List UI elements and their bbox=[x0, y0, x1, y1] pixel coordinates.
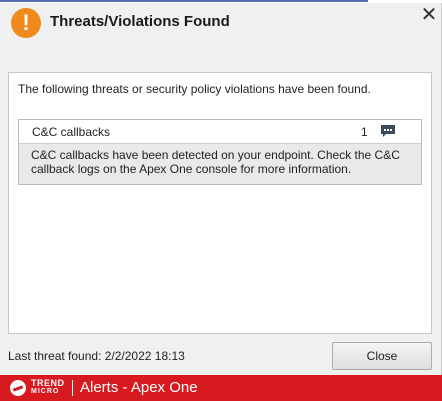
brand-word-trend: TREND bbox=[31, 378, 65, 388]
top-accent-line bbox=[0, 0, 368, 2]
content-panel: The following threats or security policy… bbox=[8, 72, 432, 334]
intro-text: The following threats or security policy… bbox=[18, 82, 371, 96]
threat-name: C&C callbacks bbox=[32, 125, 111, 139]
brand-word-micro: MICRO bbox=[31, 388, 60, 395]
warning-icon: ! bbox=[11, 8, 41, 38]
brand-bar: TREND MICRO Alerts - Apex One bbox=[0, 375, 442, 401]
alert-window: ! Threats/Violations Found ✕ The followi… bbox=[0, 3, 442, 375]
window-title: Threats/Violations Found bbox=[50, 13, 230, 30]
trend-micro-logo-icon bbox=[10, 380, 26, 396]
comment-icon[interactable] bbox=[380, 124, 396, 138]
threat-header[interactable]: C&C callbacks 1 bbox=[19, 120, 421, 144]
brand-title: Alerts - Apex One bbox=[80, 379, 198, 396]
brand-separator bbox=[72, 380, 73, 396]
title-bar: ! Threats/Violations Found ✕ bbox=[0, 3, 442, 43]
threat-item: C&C callbacks 1 C&C callbacks have been … bbox=[18, 119, 422, 185]
threat-count: 1 bbox=[361, 125, 368, 139]
close-button[interactable]: Close bbox=[332, 342, 432, 370]
last-threat-found: Last threat found: 2/2/2022 18:13 bbox=[8, 349, 185, 363]
threat-description: C&C callbacks have been detected on your… bbox=[19, 144, 421, 184]
close-icon[interactable]: ✕ bbox=[420, 5, 438, 25]
